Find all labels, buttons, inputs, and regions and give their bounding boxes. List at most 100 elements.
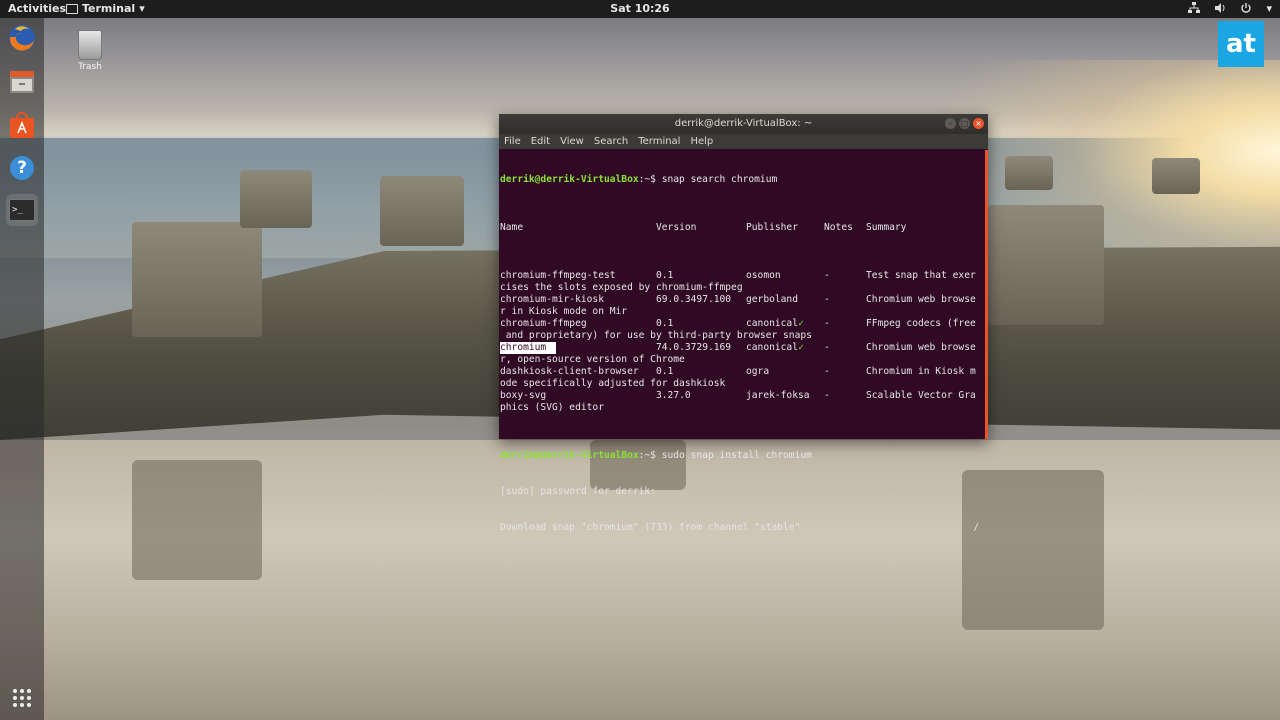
row-notes: - bbox=[824, 342, 830, 353]
dock-help[interactable]: ? bbox=[6, 152, 38, 184]
dock-software[interactable] bbox=[6, 110, 38, 142]
dock-firefox[interactable] bbox=[6, 22, 38, 54]
menu-search[interactable]: Search bbox=[594, 134, 628, 149]
wallpaper-pillar bbox=[988, 205, 1104, 325]
row-notes: - bbox=[824, 270, 830, 281]
software-icon bbox=[10, 112, 34, 138]
row-publisher: canonical bbox=[746, 318, 798, 329]
verified-check-icon: ✓ bbox=[798, 342, 804, 353]
row-summary: Scalable Vector Gra bbox=[866, 390, 976, 401]
row-name: dashkiosk-client-browser bbox=[500, 366, 639, 377]
at-logo: at bbox=[1218, 21, 1264, 67]
terminal-glyph: >_ bbox=[12, 205, 23, 215]
verified-check-icon: ✓ bbox=[798, 318, 804, 329]
table-row: boxy-svg 3.27.0 jarek-foksa - Scalable Vecto… bbox=[500, 390, 987, 402]
row-name: chromium-mir-kiosk bbox=[500, 294, 604, 305]
terminal-icon: >_ bbox=[9, 199, 35, 221]
wallpaper-pillar bbox=[240, 170, 312, 228]
table-row: dashkiosk-client-browser 0.1 ogra - Chromium… bbox=[500, 366, 987, 378]
wallpaper-reflection-pillar bbox=[132, 460, 262, 580]
window-resize-edge[interactable] bbox=[985, 150, 988, 439]
files-icon bbox=[10, 71, 34, 93]
desktop-trash[interactable]: Trash bbox=[72, 30, 108, 72]
maximize-button[interactable]: □ bbox=[959, 118, 970, 129]
firefox-icon bbox=[9, 25, 35, 51]
command-text: snap search chromium bbox=[661, 174, 778, 185]
row-version: 0.1 bbox=[656, 366, 674, 377]
row-version: 0.1 bbox=[656, 318, 674, 329]
dock-terminal[interactable]: >_ bbox=[6, 194, 38, 226]
row-summary: Chromium web browse bbox=[866, 294, 976, 305]
chevron-down-icon: ▾ bbox=[1266, 2, 1272, 15]
menu-terminal[interactable]: Terminal bbox=[638, 134, 680, 149]
row-summary-wrap: phics (SVG) editor bbox=[500, 402, 604, 413]
dock-files[interactable] bbox=[6, 66, 38, 98]
wallpaper-pillar bbox=[1152, 158, 1200, 194]
row-summary-wrap: and proprietary) for use by third-party … bbox=[500, 330, 812, 341]
terminal-title: derrik@derrik-VirtualBox: ~ bbox=[674, 118, 813, 129]
minimize-button[interactable]: – bbox=[945, 118, 956, 129]
prompt-suffix: :~$ bbox=[638, 450, 662, 461]
download-status: Download snap "chromium" (733) from chan… bbox=[500, 522, 987, 534]
row-summary-wrap: cises the slots exposed by chromium-ffmp… bbox=[500, 282, 743, 293]
table-row: chromium-ffmpeg 0.1 canonical ✓ - FFmpeg code… bbox=[500, 318, 987, 330]
row-notes: - bbox=[824, 390, 830, 401]
system-tray[interactable]: ▾ bbox=[1188, 2, 1272, 16]
wallpaper-pillar bbox=[1005, 156, 1053, 190]
row-notes: - bbox=[824, 294, 830, 305]
prompt: derrik@derrik-VirtualBox bbox=[500, 450, 639, 461]
row-version: 0.1 bbox=[656, 270, 674, 281]
volume-icon bbox=[1215, 3, 1225, 13]
at-logo-text: at bbox=[1226, 29, 1256, 59]
sudo-prompt: [sudo] password for derrik: bbox=[500, 486, 656, 497]
row-summary-wrap: r, open-source version of Chrome bbox=[500, 354, 685, 365]
terminal-window[interactable]: derrik@derrik-VirtualBox: ~ – □ × File E… bbox=[499, 114, 988, 533]
show-applications-button[interactable] bbox=[6, 682, 38, 714]
row-notes: - bbox=[824, 318, 830, 329]
menu-file[interactable]: File bbox=[504, 134, 521, 149]
row-summary: Chromium in Kiosk m bbox=[866, 366, 976, 377]
command-text: sudo snap install chromium bbox=[661, 450, 812, 461]
trash-label: Trash bbox=[78, 62, 102, 72]
table-row: chromium 74.0.3729.169 canonical ✓ - Chromium… bbox=[500, 342, 987, 354]
row-name: chromium-ffmpeg-test bbox=[500, 270, 616, 281]
download-text: Download snap "chromium" (733) from chan… bbox=[500, 522, 801, 533]
menu-view[interactable]: View bbox=[560, 134, 584, 149]
row-name: boxy-svg bbox=[500, 390, 547, 401]
top-bar: Activities Terminal ▾ Sat 10:26 ▾ bbox=[0, 0, 1280, 18]
prompt: derrik@derrik-VirtualBox bbox=[500, 174, 639, 185]
trash-icon bbox=[78, 30, 102, 60]
row-summary-wrap: ode specifically adjusted for dashkiosk bbox=[500, 378, 726, 389]
result-rows: chromium-ffmpeg-test 0.1 osomon - Test snap … bbox=[500, 270, 987, 414]
table-header: Name Version Publisher Notes Summary bbox=[500, 222, 987, 234]
row-name: chromium bbox=[500, 342, 557, 354]
row-notes: - bbox=[824, 366, 830, 377]
row-summary: FFmpeg codecs (free bbox=[866, 318, 976, 329]
row-publisher: osomon bbox=[746, 270, 781, 281]
row-version: 74.0.3729.169 bbox=[656, 342, 732, 353]
app-grid-icon bbox=[13, 689, 31, 707]
power-icon bbox=[1241, 3, 1252, 13]
command-line: derrik@derrik-VirtualBox:~$ sudo snap in… bbox=[500, 450, 987, 462]
window-controls: – □ × bbox=[945, 118, 984, 129]
header-name: Name bbox=[500, 222, 524, 233]
dock: ? >_ bbox=[0, 18, 44, 720]
terminal-titlebar[interactable]: derrik@derrik-VirtualBox: ~ – □ × bbox=[499, 114, 988, 134]
progress-spinner: / bbox=[973, 522, 979, 533]
menu-help[interactable]: Help bbox=[690, 134, 713, 149]
row-publisher: canonical bbox=[746, 342, 798, 353]
wallpaper-pillar bbox=[380, 176, 464, 246]
wallpaper-pillar bbox=[132, 222, 262, 337]
terminal-menubar: File Edit View Search Terminal Help bbox=[499, 134, 988, 149]
terminal-output[interactable]: derrik@derrik-VirtualBox:~$ snap search … bbox=[499, 149, 988, 558]
clock[interactable]: Sat 10:26 bbox=[0, 2, 1280, 16]
row-name: chromium-ffmpeg bbox=[500, 318, 587, 329]
table-row: chromium-mir-kiosk 69.0.3497.100 gerboland… bbox=[500, 294, 987, 306]
close-button[interactable]: × bbox=[973, 118, 984, 129]
table-row: chromium-ffmpeg-test 0.1 osomon - Test snap … bbox=[500, 270, 987, 282]
header-summary: Summary bbox=[866, 222, 907, 233]
menu-edit[interactable]: Edit bbox=[531, 134, 550, 149]
header-notes: Notes bbox=[824, 222, 853, 233]
row-publisher: ogra bbox=[746, 366, 770, 377]
row-version: 3.27.0 bbox=[656, 390, 691, 401]
